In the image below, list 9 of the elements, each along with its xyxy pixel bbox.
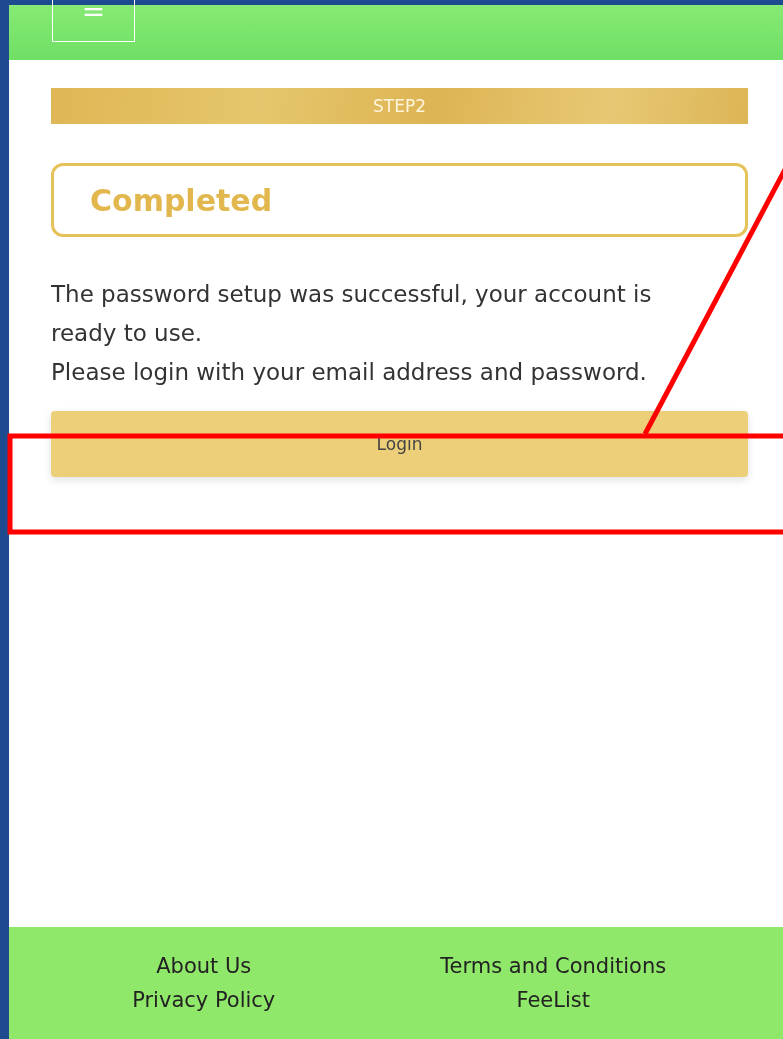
status-box: Completed: [51, 163, 748, 237]
footer-link[interactable]: FeeList: [516, 988, 590, 1012]
login-button[interactable]: Login: [51, 411, 748, 477]
footer-link[interactable]: Terms and Conditions: [440, 954, 667, 978]
footer-link[interactable]: Privacy Policy: [132, 988, 276, 1012]
message-text: Please login with your email address and password.: [51, 358, 648, 387]
step-banner: STEP2: [51, 88, 748, 124]
footer-link[interactable]: About Us: [156, 954, 252, 978]
message-text: The password setup was successful, your account is ready to use.: [51, 280, 653, 348]
